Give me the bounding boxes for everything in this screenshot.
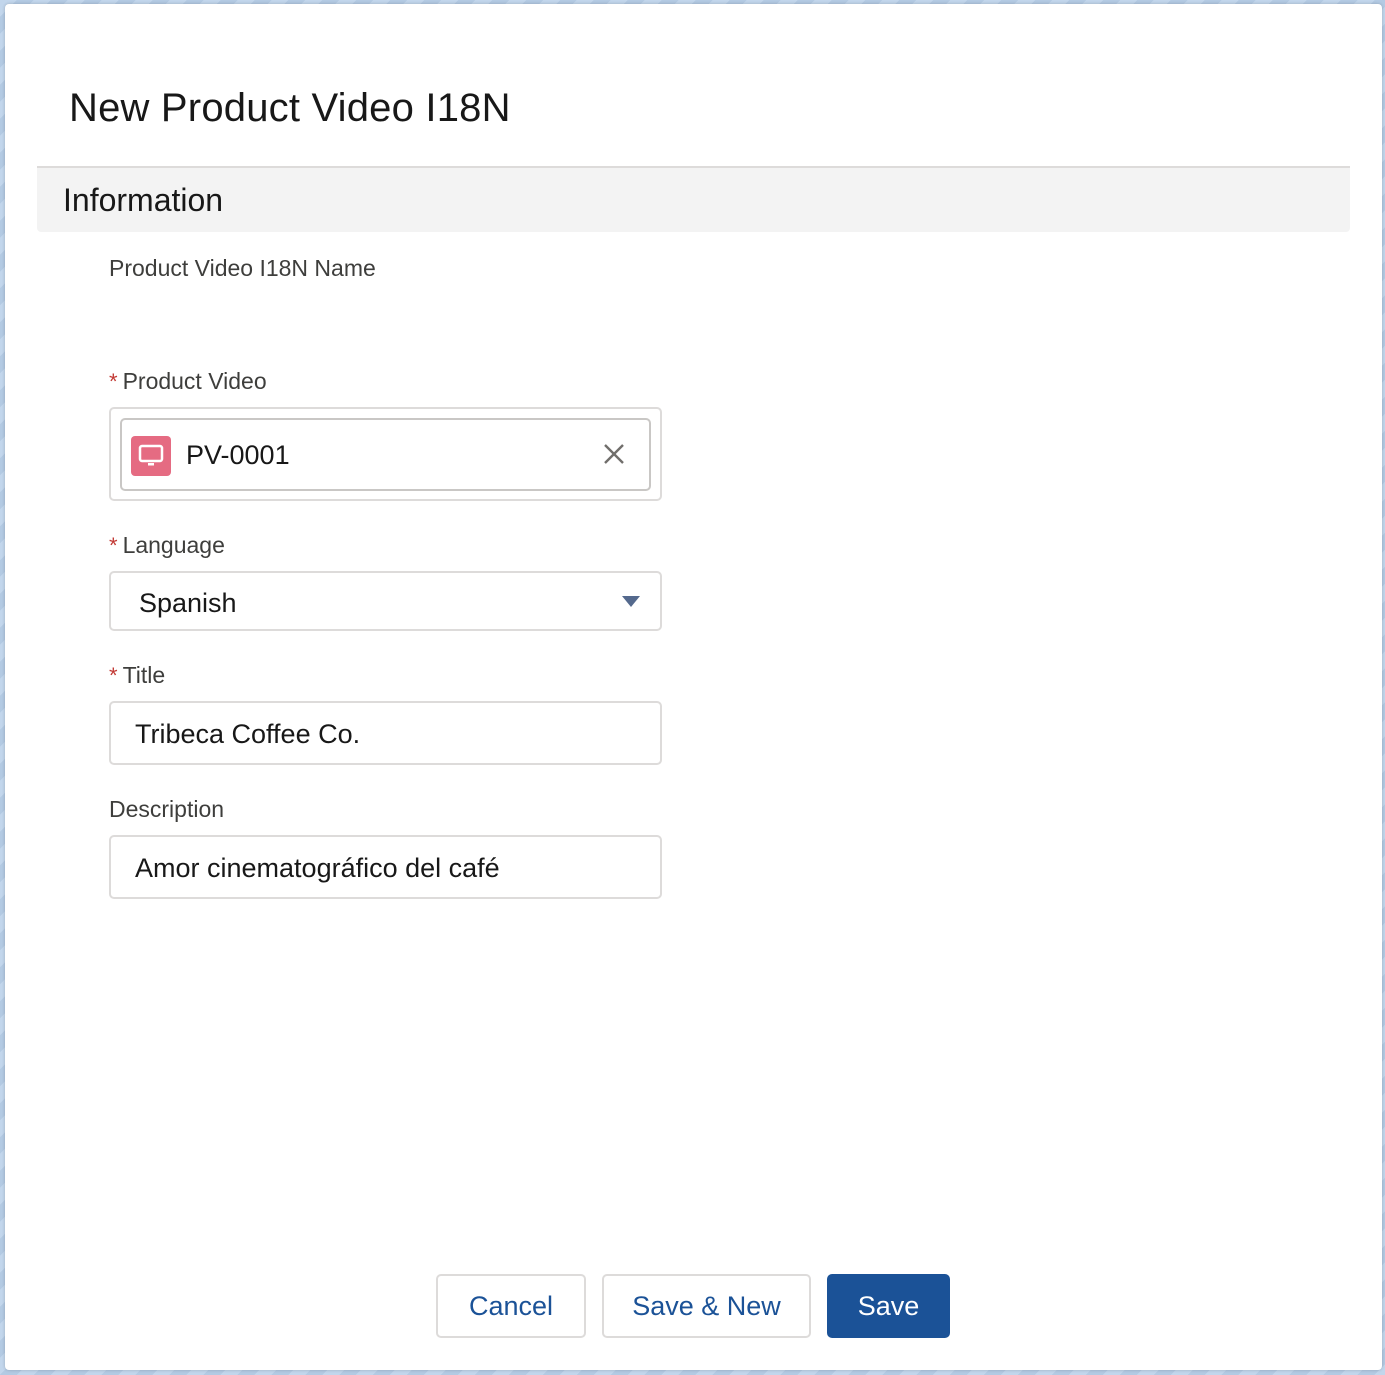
- description-label: Description: [109, 796, 225, 822]
- new-record-modal: New Product Video I18N Information Produ…: [5, 4, 1382, 1370]
- language-label: * Language: [109, 532, 225, 559]
- language-value: Spanish: [139, 588, 237, 618]
- description-input[interactable]: Amor cinematográfico del café: [109, 835, 662, 899]
- product-video-value: PV-0001: [186, 440, 290, 470]
- description-value: Amor cinematográfico del café: [135, 853, 500, 883]
- cancel-button[interactable]: Cancel: [436, 1274, 586, 1338]
- title-input[interactable]: Tribeca Coffee Co.: [109, 701, 662, 765]
- save-and-new-button[interactable]: Save & New: [602, 1274, 811, 1338]
- language-label-text: Language: [122, 532, 225, 558]
- title-label: * Title: [109, 662, 165, 689]
- language-select[interactable]: Spanish: [109, 571, 662, 631]
- product-video-label-text: Product Video: [122, 368, 267, 394]
- title-label-text: Title: [122, 662, 166, 688]
- save-button[interactable]: Save: [827, 1274, 950, 1338]
- required-marker: *: [109, 369, 118, 394]
- required-marker: *: [109, 663, 118, 688]
- chevron-down-icon: [622, 596, 640, 607]
- clear-selection-icon[interactable]: [600, 440, 628, 468]
- product-video-lookup[interactable]: PV-0001: [109, 407, 662, 501]
- section-header-information[interactable]: Information: [37, 168, 1350, 232]
- title-value: Tribeca Coffee Co.: [135, 719, 361, 749]
- product-video-label: * Product Video: [109, 368, 267, 395]
- modal-title: New Product Video I18N: [69, 86, 511, 130]
- section-title: Information: [63, 182, 224, 218]
- name-field-label: Product Video I18N Name: [109, 255, 376, 281]
- required-marker: *: [109, 533, 118, 558]
- product-video-pill[interactable]: PV-0001: [120, 418, 651, 491]
- product-video-icon: [131, 436, 171, 476]
